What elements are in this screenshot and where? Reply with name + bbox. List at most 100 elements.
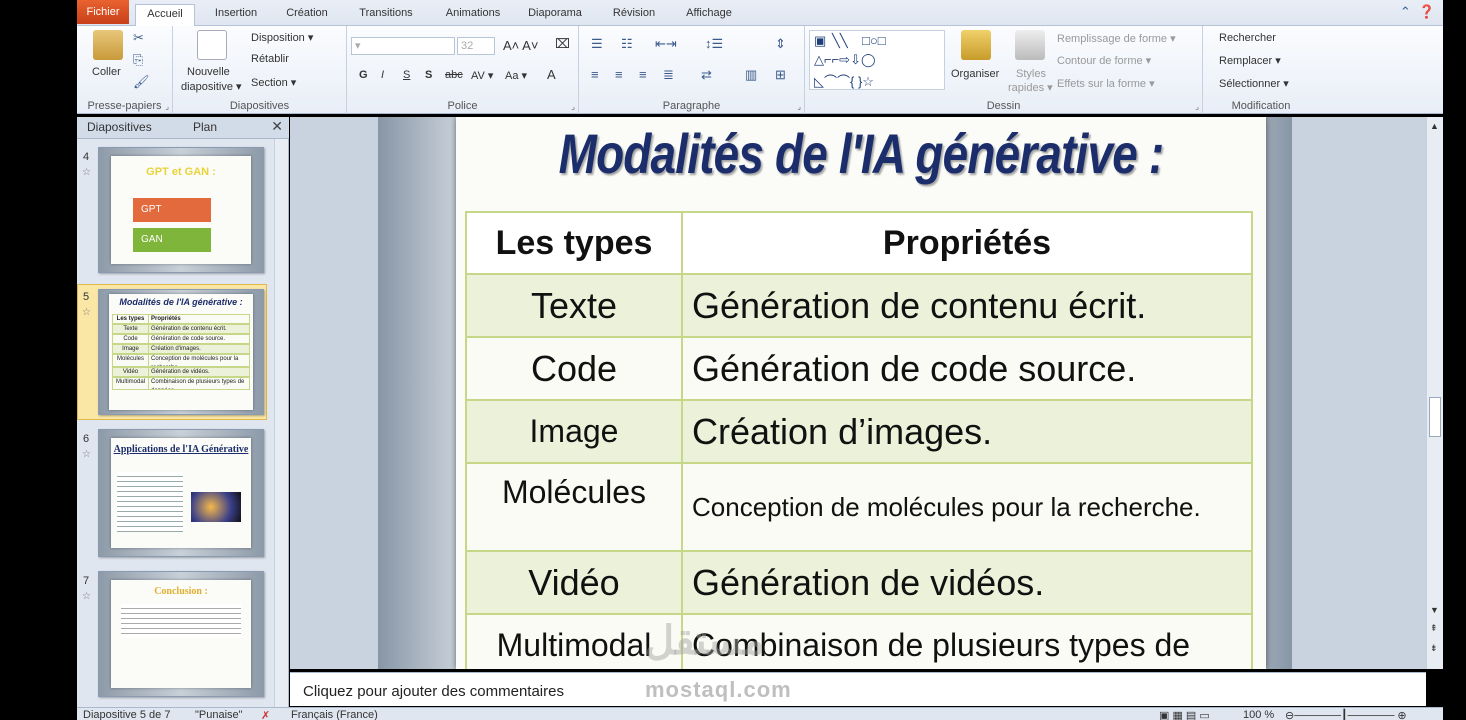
arrange-button[interactable]: Organiser xyxy=(951,68,999,80)
slide-canvas[interactable]: Modalités de l'IA générative : Les types… xyxy=(456,117,1266,669)
tab-animations[interactable]: Animations xyxy=(435,4,511,26)
tab-review[interactable]: Révision xyxy=(605,4,663,26)
scroll-thumb[interactable] xyxy=(1429,397,1441,437)
shape-textbox-icon[interactable]: ▣ xyxy=(814,33,826,49)
tab-transitions[interactable]: Transitions xyxy=(349,4,423,26)
slide-title[interactable]: Modalités de l'IA générative : xyxy=(529,121,1193,186)
panel-scrollbar[interactable] xyxy=(274,139,288,707)
tab-insert[interactable]: Insertion xyxy=(205,4,267,26)
help-icon[interactable]: ❓ xyxy=(1419,4,1435,19)
select-button[interactable]: Sélectionner ▾ xyxy=(1219,77,1289,90)
tab-slideshow[interactable]: Diaporama xyxy=(521,4,589,26)
paste-label[interactable]: Coller xyxy=(92,66,121,78)
close-icon[interactable]: ✕ xyxy=(271,118,283,135)
scroll-down-icon[interactable]: ▼ xyxy=(1430,605,1439,615)
language[interactable]: Français (France) xyxy=(291,709,378,720)
animation-star-icon: ☆ xyxy=(82,167,91,178)
char-spacing-button[interactable]: AV ▾ xyxy=(471,69,493,82)
text-direction-icon[interactable]: ⇄ xyxy=(701,67,712,83)
shape-line-icon[interactable]: ╲╲ xyxy=(832,33,848,49)
arrange-icon[interactable] xyxy=(961,30,991,60)
numbering-icon[interactable]: ☷ xyxy=(621,36,633,52)
dialog-launcher-icon[interactable]: ⌟ xyxy=(797,102,801,111)
bullets-icon[interactable]: ☰ xyxy=(591,36,603,52)
layout-button[interactable]: Disposition ▾ xyxy=(251,31,313,44)
shape-fill-button[interactable]: Remplissage de forme ▾ xyxy=(1057,32,1176,45)
slide-thumbnail-7[interactable]: Conclusion : xyxy=(98,571,264,697)
dialog-launcher-icon[interactable]: ⌟ xyxy=(571,102,575,111)
dialog-launcher-icon[interactable]: ⌟ xyxy=(1195,102,1199,111)
paste-icon[interactable] xyxy=(93,30,123,60)
align-right-icon[interactable]: ≡ xyxy=(639,67,647,82)
justify-icon[interactable]: ≣ xyxy=(663,67,674,83)
shape-misc-icon[interactable]: ◺⌒⌒{ }☆ xyxy=(814,71,874,90)
shape-triangle-icon[interactable]: △⌐⌐⇨⇩◯ xyxy=(814,52,876,68)
line-spacing-icon[interactable]: ↕☰ xyxy=(705,36,723,52)
italic-button[interactable]: I xyxy=(381,69,384,81)
shapes-gallery[interactable]: ▣ ╲╲ □○□ △⌐⌐⇨⇩◯ ◺⌒⌒{ }☆ xyxy=(809,30,945,90)
quick-styles-label-2[interactable]: rapides ▾ xyxy=(1008,81,1053,94)
tab-design[interactable]: Création xyxy=(277,4,337,26)
text-align-icon[interactable]: ⇕ xyxy=(775,36,786,52)
find-button[interactable]: Rechercher xyxy=(1219,32,1276,44)
dialog-launcher-icon[interactable]: ⌟ xyxy=(165,102,169,111)
reset-button[interactable]: Rétablir xyxy=(251,53,289,65)
align-left-icon[interactable]: ≡ xyxy=(591,67,599,82)
slide-thumbnail-6[interactable]: Applications de l'IA Générative xyxy=(98,429,264,557)
animation-star-icon: ☆ xyxy=(82,307,91,318)
slide-thumbnail-4[interactable]: GPT et GAN : GPT GAN xyxy=(98,147,264,273)
shadow-button[interactable]: S xyxy=(425,69,432,81)
animation-star-icon: ☆ xyxy=(82,591,91,602)
thumb-image xyxy=(191,492,241,522)
clear-format-icon[interactable]: ⌧ xyxy=(555,36,570,52)
replace-button[interactable]: Remplacer ▾ xyxy=(1219,54,1281,67)
shape-effects-button[interactable]: Effets sur la forme ▾ xyxy=(1057,77,1155,90)
tab-file[interactable]: Fichier xyxy=(77,0,129,24)
font-size-combo[interactable]: 32 xyxy=(457,37,495,55)
thumb-table-cell: Code xyxy=(113,335,149,343)
format-painter-icon[interactable]: 🖌 xyxy=(133,74,150,90)
new-slide-label-2[interactable]: diapositive ▾ xyxy=(181,80,242,93)
quick-styles-label-1[interactable]: Styles xyxy=(1016,68,1046,80)
spelling-icon[interactable]: ✗ xyxy=(261,709,270,720)
tab-outline[interactable]: Plan xyxy=(193,120,217,134)
minimize-ribbon-icon[interactable]: ⌃ xyxy=(1400,4,1411,19)
section-button[interactable]: Section ▾ xyxy=(251,76,296,89)
change-case-button[interactable]: Aa ▾ xyxy=(505,69,527,82)
bold-button[interactable]: G xyxy=(359,69,368,81)
tab-home[interactable]: Accueil xyxy=(135,4,195,27)
shape-rect-icon[interactable]: □○□ xyxy=(862,33,886,48)
columns-icon[interactable]: ▥ xyxy=(745,67,757,83)
zoom-level[interactable]: 100 % xyxy=(1243,709,1274,720)
copy-icon[interactable]: ⎘ xyxy=(133,52,143,68)
font-color-button[interactable]: A xyxy=(547,67,556,82)
slide-scrollbar[interactable]: ▲ ▼ ⇞ ⇟ xyxy=(1426,117,1443,669)
notes-pane[interactable]: Cliquez pour ajouter des commentaires xyxy=(290,672,1426,706)
smartart-icon[interactable]: ⊞ xyxy=(775,67,786,83)
next-slide-icon[interactable]: ⇟ xyxy=(1430,643,1438,654)
new-slide-icon[interactable] xyxy=(197,30,227,60)
prev-slide-icon[interactable]: ⇞ xyxy=(1430,623,1438,634)
align-center-icon[interactable]: ≡ xyxy=(615,67,623,82)
scroll-up-icon[interactable]: ▲ xyxy=(1430,121,1439,131)
quick-styles-icon[interactable] xyxy=(1015,30,1045,60)
cut-icon[interactable]: ✂ xyxy=(133,30,144,46)
shape-outline-button[interactable]: Contour de forme ▾ xyxy=(1057,54,1151,67)
modalities-table[interactable]: Les types Propriétés Texte Génération de… xyxy=(465,211,1253,669)
zoom-slider[interactable]: ⊖──────┃────── ⊕ xyxy=(1285,709,1407,720)
notes-placeholder[interactable]: Cliquez pour ajouter des commentaires xyxy=(303,683,564,700)
tab-view[interactable]: Affichage xyxy=(677,4,741,26)
font-name-combo[interactable]: ▾ xyxy=(351,37,455,55)
tab-slides[interactable]: Diapositives xyxy=(87,120,152,134)
new-slide-label-1[interactable]: Nouvelle xyxy=(187,66,230,78)
thumb-table-cell: Texte xyxy=(113,325,149,333)
underline-button[interactable]: S xyxy=(403,69,410,81)
view-normal-icon[interactable]: ▣ ▦ ▤ ▭ xyxy=(1159,709,1210,720)
header-types: Les types xyxy=(465,211,683,275)
watermark-logo: مستقل xyxy=(645,619,765,663)
grow-font-icon[interactable]: A˄ A˅ xyxy=(503,38,538,53)
slide-number: 6 xyxy=(83,433,90,445)
strikethrough-button[interactable]: abc xyxy=(445,69,463,81)
indent-icon[interactable]: ⇤⇥ xyxy=(655,36,677,52)
slide-thumbnail-5[interactable]: Modalités de l'IA générative : Les types… xyxy=(98,289,264,415)
